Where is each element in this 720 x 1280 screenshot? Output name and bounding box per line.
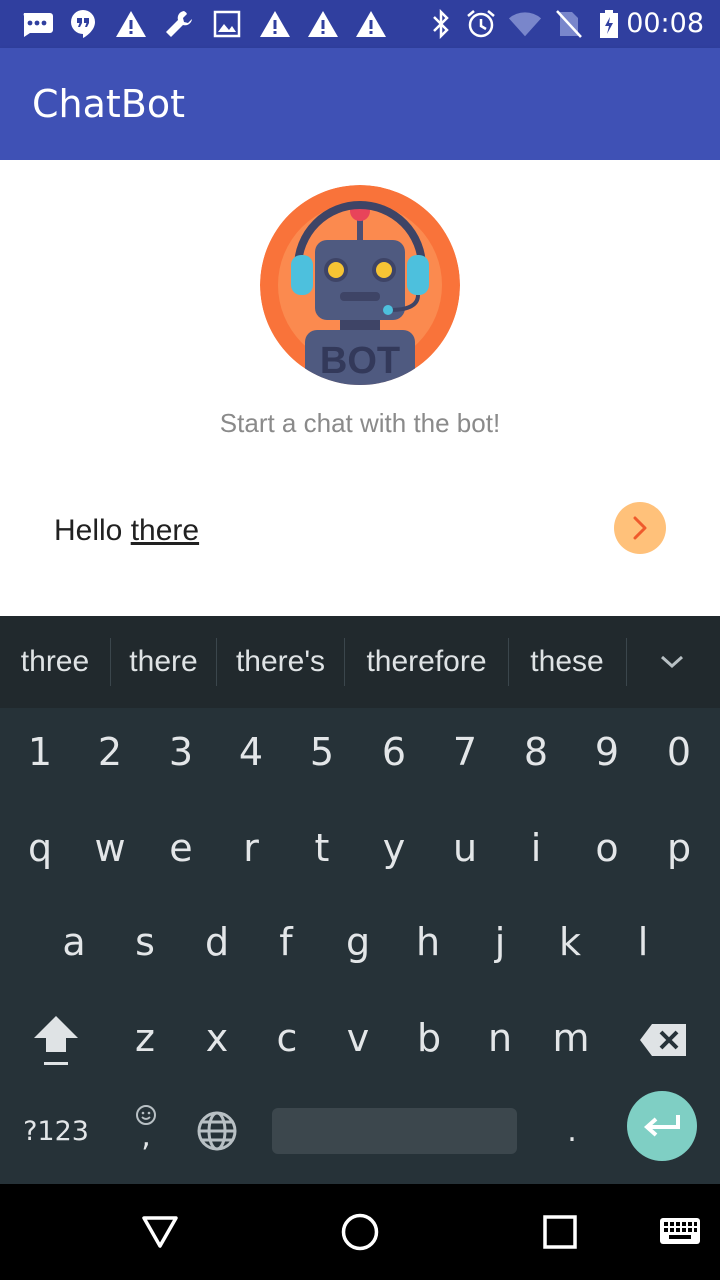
emoji-comma-key[interactable]: , xyxy=(120,1094,172,1158)
warning-icon xyxy=(114,8,148,40)
key-j[interactable]: j xyxy=(464,894,536,990)
key-u[interactable]: u xyxy=(429,800,501,896)
key-v[interactable]: v xyxy=(322,990,394,1086)
period-key[interactable]: . xyxy=(536,1084,608,1180)
back-triangle-icon xyxy=(142,1216,178,1248)
key-i[interactable]: i xyxy=(500,800,572,896)
key-g[interactable]: g xyxy=(322,894,394,990)
key-3[interactable]: 3 xyxy=(145,704,217,800)
key-r[interactable]: r xyxy=(215,800,287,896)
warning-icon xyxy=(306,8,340,40)
key-6[interactable]: 6 xyxy=(358,704,430,800)
key-e[interactable]: e xyxy=(145,800,217,896)
back-button[interactable] xyxy=(136,1208,184,1256)
key-0[interactable]: 0 xyxy=(643,704,715,800)
battery-charging-icon xyxy=(592,8,626,40)
status-bar: 00:08 xyxy=(0,0,720,48)
backspace-key[interactable] xyxy=(628,992,698,1088)
key-n[interactable]: n xyxy=(464,990,536,1086)
suggestion-strip: three there there's therefore these xyxy=(0,616,720,708)
status-time: 00:08 xyxy=(626,8,704,39)
app-title: ChatBot xyxy=(32,82,186,126)
enter-key[interactable] xyxy=(627,1091,697,1161)
welcome-text: Start a chat with the bot! xyxy=(219,408,501,438)
chevron-right-icon xyxy=(633,516,647,540)
bot-avatar-image: BOT xyxy=(260,185,460,385)
wrench-icon xyxy=(162,8,196,40)
key-k[interactable]: k xyxy=(534,894,606,990)
collapse-suggestions-button[interactable] xyxy=(640,638,704,686)
key-x[interactable]: x xyxy=(181,990,253,1086)
key-p[interactable]: p xyxy=(643,800,715,896)
keyboard-icon xyxy=(660,1218,700,1244)
key-h[interactable]: h xyxy=(392,894,464,990)
messaging-icon xyxy=(20,8,54,40)
key-4[interactable]: 4 xyxy=(215,704,287,800)
no-sim-icon xyxy=(552,8,586,40)
home-button[interactable] xyxy=(336,1208,384,1256)
recents-square-icon xyxy=(543,1215,577,1249)
suggestion-item[interactable]: these xyxy=(509,616,625,708)
message-input[interactable]: Hello there xyxy=(54,508,594,554)
key-8[interactable]: 8 xyxy=(500,704,572,800)
key-f[interactable]: f xyxy=(250,894,322,990)
soft-keyboard: three there there's therefore these 1 2 … xyxy=(0,616,720,1184)
warning-icon xyxy=(258,8,292,40)
image-icon xyxy=(210,8,244,40)
key-z[interactable]: z xyxy=(109,990,181,1086)
shift-key[interactable] xyxy=(20,992,92,1088)
suggestion-divider xyxy=(626,638,627,686)
key-1[interactable]: 1 xyxy=(4,704,76,800)
shift-arrow-icon xyxy=(34,1016,78,1065)
key-q[interactable]: q xyxy=(4,800,76,896)
message-input-text: Hello xyxy=(54,514,131,547)
key-l[interactable]: l xyxy=(607,894,679,990)
symbols-key[interactable]: ?123 xyxy=(20,1084,92,1180)
home-circle-icon xyxy=(341,1213,379,1251)
chat-content: BOT Start a chat with the bot! Hello the… xyxy=(0,160,720,616)
key-5[interactable]: 5 xyxy=(286,704,358,800)
key-a[interactable]: a xyxy=(38,894,110,990)
comma-label: , xyxy=(141,1119,151,1154)
navigation-bar xyxy=(0,1184,720,1280)
enter-arrow-icon xyxy=(643,1115,680,1137)
key-9[interactable]: 9 xyxy=(571,704,643,800)
chatbot-screen: 00:08 ChatBot BOT Start a chat with the … xyxy=(0,0,720,1280)
app-bar: ChatBot xyxy=(0,48,720,160)
key-w[interactable]: w xyxy=(74,800,146,896)
bluetooth-icon xyxy=(424,8,458,40)
key-m[interactable]: m xyxy=(535,990,607,1086)
key-s[interactable]: s xyxy=(109,894,181,990)
key-y[interactable]: y xyxy=(358,800,430,896)
wifi-icon xyxy=(508,8,542,40)
key-b[interactable]: b xyxy=(393,990,465,1086)
globe-icon xyxy=(197,1111,237,1151)
chevron-down-icon xyxy=(660,655,684,669)
suggestion-item[interactable]: there xyxy=(111,616,216,708)
recents-button[interactable] xyxy=(536,1208,584,1256)
message-input-composing-word: there xyxy=(130,514,200,547)
warning-icon xyxy=(354,8,388,40)
language-key[interactable] xyxy=(192,1106,242,1156)
suggestion-item[interactable]: three xyxy=(0,616,110,708)
hangouts-icon xyxy=(66,8,100,40)
alarm-icon xyxy=(464,8,498,40)
suggestion-item[interactable]: there's xyxy=(217,616,344,708)
backspace-icon xyxy=(640,1024,686,1056)
key-2[interactable]: 2 xyxy=(74,704,146,800)
key-7[interactable]: 7 xyxy=(429,704,501,800)
key-o[interactable]: o xyxy=(571,800,643,896)
suggestion-item[interactable]: therefore xyxy=(345,616,508,708)
keyboard-switch-button[interactable] xyxy=(656,1208,704,1256)
space-bar[interactable] xyxy=(272,1108,517,1154)
key-c[interactable]: c xyxy=(251,990,323,1086)
send-button[interactable] xyxy=(614,502,666,554)
bot-label-text: BOT xyxy=(320,340,400,382)
key-d[interactable]: d xyxy=(181,894,253,990)
key-t[interactable]: t xyxy=(286,800,358,896)
